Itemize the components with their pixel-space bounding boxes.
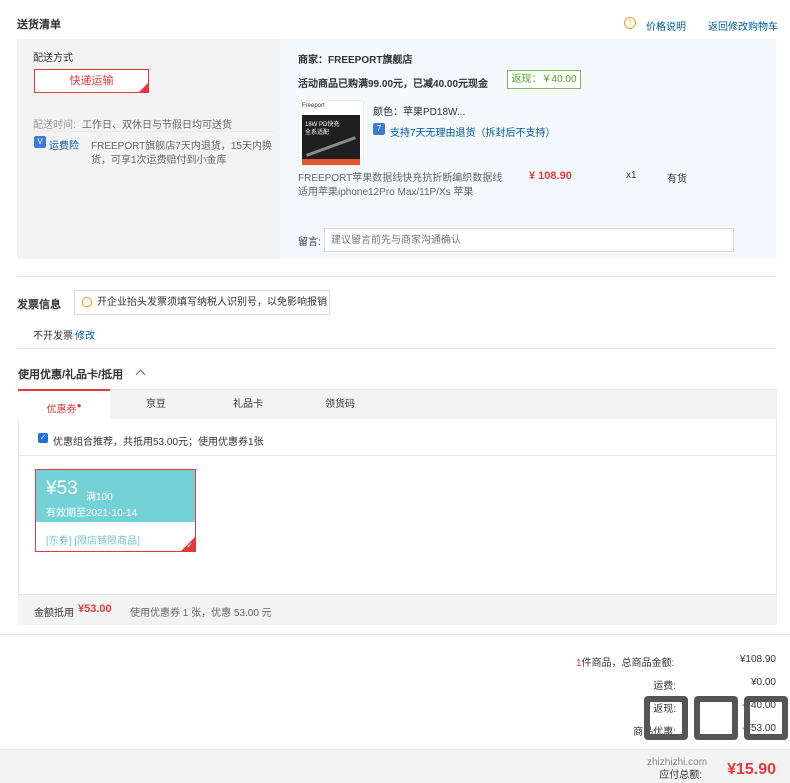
coupon-card[interactable]: ¥53 满100 有效期至2021-10-14 [东券] [限店铺限商品] ✓ bbox=[35, 469, 196, 552]
summary-text: 使用优惠券 1 张，优惠 53.00 元 bbox=[130, 608, 272, 619]
message-input[interactable] bbox=[324, 228, 734, 252]
section-title: 送货清单 bbox=[17, 19, 61, 31]
shop-promo: 活动商品已购满99.00元，已减40.00元现金 bbox=[298, 79, 489, 90]
product-name-line-1[interactable]: FREEPORT苹果数据线快充抗折断编织数据线 bbox=[298, 169, 502, 184]
return-policy-icon: 7 bbox=[373, 123, 385, 135]
delivery-method-label: 配送方式 bbox=[33, 53, 73, 64]
coupon-expiry: 有效期至2021-10-14 bbox=[46, 508, 138, 519]
totals-freight-label: 运费: bbox=[653, 681, 676, 692]
totals-goods-row: 1件商品，总商品金额: bbox=[576, 654, 674, 669]
payable-value: ¥15.90 bbox=[727, 761, 776, 778]
delivery-time-value: 工作日、双休日与节假日均可送货 bbox=[82, 120, 232, 131]
shop-name: 商家：FREEPORT旗舰店 bbox=[298, 55, 413, 66]
return-policy-link[interactable]: 支持7天无理由退货（拆封后不支持） bbox=[390, 124, 556, 139]
cashback-badge: 返现：￥40.00 bbox=[507, 70, 581, 89]
invoice-edit-link[interactable]: 修改 bbox=[75, 327, 95, 342]
watermark-logo bbox=[644, 696, 790, 754]
freight-insurance-text-2: 货，可享1次运费赔付到小金库 bbox=[91, 155, 227, 166]
invoice-tip: 开企业抬头发票须填写纳税人识别号，以免影响报销 bbox=[74, 290, 330, 315]
product-stock: 有货 bbox=[667, 174, 687, 185]
coupon-amount: ¥53 bbox=[46, 478, 78, 499]
summary-amount: ¥53.00 bbox=[78, 603, 112, 615]
bulb-icon bbox=[82, 297, 92, 307]
invoice-label: 发票信息 bbox=[17, 299, 61, 311]
product-qty: x1 bbox=[626, 170, 637, 181]
section-divider bbox=[17, 348, 776, 349]
recommend-text: 优惠组合推荐，共抵用53.00元；使用优惠券1张 bbox=[53, 437, 264, 448]
product-price: ¥ 108.90 bbox=[529, 170, 572, 182]
totals-goods-value: ¥108.90 bbox=[739, 654, 776, 665]
section-divider bbox=[17, 276, 776, 277]
message-label: 留言: bbox=[298, 237, 321, 248]
coupon-tags: [东券] [限店铺限商品] bbox=[46, 536, 140, 547]
selected-corner-icon bbox=[139, 83, 148, 92]
tab-jingdou[interactable]: 京豆 bbox=[110, 390, 202, 420]
product-image-text-2: 全系适配 bbox=[305, 130, 330, 136]
freight-insurance-text-1: FREEPORT旗舰店7天内退货，15天内换 bbox=[91, 141, 272, 152]
tab-pickup-code[interactable]: 领货码 bbox=[294, 390, 386, 420]
price-info-icon[interactable]: ! bbox=[624, 17, 636, 29]
shield-icon: V bbox=[34, 136, 46, 148]
tab-gift-card[interactable]: 礼品卡 bbox=[202, 390, 294, 420]
recommend-checkbox[interactable]: ✓ bbox=[38, 433, 48, 443]
delivery-divider bbox=[33, 131, 273, 132]
back-to-cart-link[interactable]: 返回修改购物车 bbox=[708, 18, 778, 33]
tab-coupon[interactable]: 优惠券● bbox=[18, 389, 110, 420]
totals-goods-label: 件商品，总商品金额: bbox=[581, 658, 675, 669]
product-image[interactable]: Freeport 18W PD快充 全系适配 bbox=[298, 100, 364, 166]
coupon-condition: 满100 bbox=[86, 492, 113, 503]
delivery-time-label: 配送时间: bbox=[33, 120, 76, 131]
delivery-method-value: 快递运输 bbox=[69, 75, 114, 87]
freight-insurance-link[interactable]: 运费险 bbox=[49, 137, 79, 152]
price-info-link[interactable]: 价格说明 bbox=[646, 18, 686, 33]
delivery-method-option[interactable]: 快递运输 bbox=[34, 69, 149, 93]
product-color: 颜色：苹果PD18W... bbox=[373, 107, 466, 118]
discount-tabs: 优惠券● 京豆 礼品卡 领货码 bbox=[18, 389, 777, 420]
invoice-tip-text: 开企业抬头发票须填写纳税人识别号，以免影响报销 bbox=[97, 297, 327, 308]
product-image-text-1: 18W PD快充 bbox=[305, 122, 340, 128]
watermark-text: zhizhizhi.com bbox=[647, 757, 708, 768]
check-icon: ✓ bbox=[186, 541, 193, 550]
panel-divider bbox=[19, 455, 776, 456]
summary-label: 金额抵用 bbox=[34, 608, 74, 619]
product-name-line-2[interactable]: 适用苹果iphone12Pro Max/11P/Xs 苹果 bbox=[298, 183, 473, 198]
discount-title[interactable]: 使用优惠/礼品卡/抵用 bbox=[18, 366, 123, 382]
totals-freight-value: ¥0.00 bbox=[750, 677, 776, 688]
section-divider bbox=[0, 634, 790, 635]
payable-label: 应付总额: bbox=[659, 770, 702, 781]
product-image-logo: Freeport bbox=[302, 103, 325, 109]
chevron-up-icon[interactable] bbox=[135, 369, 146, 380]
invoice-status: 不开发票 bbox=[33, 331, 73, 342]
